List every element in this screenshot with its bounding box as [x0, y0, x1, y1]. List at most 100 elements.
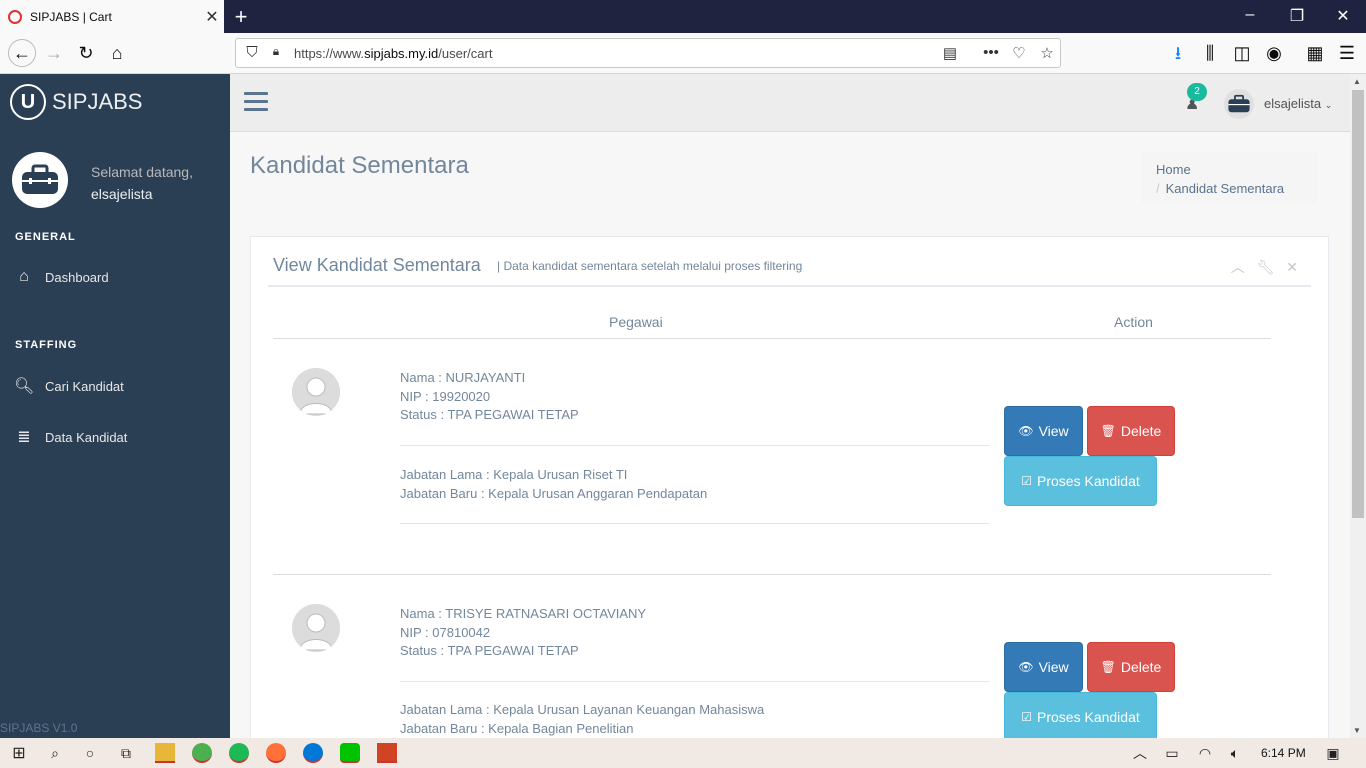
powerpoint-icon[interactable] — [377, 743, 397, 763]
pocket-icon[interactable]: ♡ — [1009, 44, 1029, 62]
cortana-icon[interactable]: ○ — [80, 743, 100, 763]
candidate-info: Nama : NURJAYANTI NIP : 19920020 Status … — [400, 369, 579, 425]
column-header-action: Action — [1114, 314, 1153, 330]
column-header-pegawai: Pegawai — [609, 314, 663, 330]
edge-icon[interactable] — [303, 743, 323, 763]
section-staffing-title: STAFFING — [15, 339, 78, 351]
eye-icon: 👁︎ — [1018, 424, 1034, 438]
trash-icon: 🗑︎ — [1100, 660, 1116, 674]
library-icon[interactable]: ⫼ — [1198, 41, 1222, 65]
back-icon[interactable]: ← — [8, 39, 36, 67]
breadcrumb-home[interactable]: Home — [1156, 162, 1302, 177]
delete-button[interactable]: 🗑︎ Delete — [1087, 406, 1175, 456]
tab-title: SIPJABS | Cart — [30, 9, 112, 24]
briefcase-icon — [1228, 94, 1250, 113]
close-tab-icon[interactable]: ✕ — [200, 7, 224, 27]
check-square-icon: ☑ — [1021, 710, 1033, 724]
windows-start-icon[interactable]: ⊞ — [9, 743, 29, 763]
panel-tools: ︿ 🔧︎ ✕ — [1223, 257, 1298, 277]
wrench-icon[interactable]: 🔧︎ — [1257, 259, 1275, 275]
action-center-icon[interactable]: ▣ — [1323, 743, 1343, 763]
candidate-avatar — [292, 368, 340, 416]
close-icon[interactable]: ✕ — [1286, 259, 1298, 275]
user-placeholder-icon — [292, 604, 340, 652]
info-divider — [400, 681, 989, 682]
volume-icon[interactable]: 🔈︎ — [1225, 743, 1245, 763]
sidebar-item-cari-kandidat[interactable]: 🔍︎ Cari Kandidat — [14, 376, 124, 396]
browser-toolbar: ← → ↻ ⌂ ⛉ 🔒︎ https://www.sipjabs.my.id/u… — [0, 33, 1366, 74]
new-tab-icon[interactable]: + — [230, 4, 252, 30]
firefox-icon[interactable] — [266, 743, 286, 763]
panel-divider — [268, 285, 1311, 287]
forward-icon[interactable]: → — [42, 41, 66, 65]
eye-icon: 👁︎ — [1018, 660, 1034, 674]
shield-icon[interactable]: ⛉ — [242, 44, 262, 61]
candidate-jabatan: Jabatan Lama : Kepala Urusan Riset TI Ja… — [400, 466, 707, 503]
show-hidden-icons-icon[interactable]: ︿ — [1130, 743, 1150, 763]
url-bar[interactable]: ⛉ 🔒︎ https://www.sipjabs.my.id/user/cart… — [235, 38, 1061, 68]
menu-toggle-icon[interactable] — [244, 92, 268, 116]
search-icon: 🔍︎ — [14, 378, 35, 395]
taskbar-clock[interactable]: 6:14 PM — [1261, 746, 1306, 760]
reader-view-icon[interactable]: ▤ — [940, 44, 960, 62]
search-icon[interactable]: ⌕ — [45, 743, 65, 763]
extensions-icon[interactable]: ▦ — [1303, 41, 1327, 65]
app-version: SIPJABS V1.0 — [0, 721, 78, 735]
section-general-title: GENERAL — [15, 231, 76, 243]
account-icon[interactable]: ◉ — [1262, 41, 1286, 65]
breadcrumb-current: Kandidat Sementara — [1165, 181, 1285, 196]
delete-button[interactable]: 🗑︎ Delete — [1087, 642, 1175, 692]
candidate-info: Nama : TRISYE RATNASARI OCTAVIANY NIP : … — [400, 605, 646, 661]
candidate-nip: NIP : 19920020 — [400, 388, 491, 404]
scroll-up-icon[interactable]: ▲ — [1353, 77, 1361, 86]
page-scrollbar[interactable]: ▲ ▼ — [1350, 74, 1366, 738]
row-divider — [273, 574, 1271, 575]
database-icon: ≣ — [17, 429, 31, 446]
check-square-icon: ☑ — [1021, 474, 1033, 488]
task-view-icon[interactable]: ⧉ — [116, 743, 136, 763]
scroll-thumb[interactable] — [1352, 90, 1364, 518]
downloads-icon[interactable]: ⭳ — [1166, 41, 1190, 65]
browser-tab[interactable]: SIPJABS | Cart ✕ — [0, 0, 224, 33]
wifi-icon[interactable]: ◠ — [1195, 743, 1215, 763]
welcome-text: Selamat datang, — [91, 164, 193, 180]
minimize-icon[interactable]: – — [1240, 6, 1260, 24]
file-explorer-icon[interactable] — [155, 743, 175, 763]
scroll-down-icon[interactable]: ▼ — [1353, 726, 1361, 735]
sidebar-item-data-kandidat[interactable]: ≣ Data Kandidat — [14, 427, 127, 447]
chrome-icon[interactable] — [192, 743, 212, 763]
profile-avatar — [12, 152, 68, 208]
close-window-icon[interactable]: ✕ — [1333, 6, 1353, 26]
more-actions-icon[interactable]: ••• — [981, 44, 1001, 61]
trash-icon: 🗑︎ — [1100, 424, 1116, 438]
menu-icon[interactable]: ☰ — [1335, 41, 1359, 65]
battery-icon[interactable]: ▭ — [1162, 743, 1182, 763]
collapse-icon[interactable]: ︿ — [1231, 259, 1245, 275]
process-candidate-button[interactable]: ☑ Proses Kandidat — [1004, 692, 1157, 742]
briefcase-icon — [22, 164, 58, 194]
panel-subtitle: | Data kandidat sementara setelah melalu… — [497, 259, 803, 273]
sidebar-toggle-icon[interactable]: ◫ — [1230, 41, 1254, 65]
url-text[interactable]: https://www.sipjabs.my.id/user/cart — [294, 46, 492, 61]
restore-icon[interactable]: ❐ — [1287, 6, 1307, 26]
user-menu[interactable]: elsajelista ⌄ — [1264, 96, 1332, 111]
view-button[interactable]: 👁︎ View — [1004, 406, 1083, 456]
candidate-nip: NIP : 07810042 — [400, 624, 491, 640]
brand-name: SIPJABS — [52, 89, 143, 114]
process-candidate-button[interactable]: ☑ Proses Kandidat — [1004, 456, 1157, 506]
sidebar-item-label: Data Kandidat — [45, 429, 128, 445]
candidate-jabatan: Jabatan Lama : Kepala Urusan Layanan Keu… — [400, 701, 764, 738]
user-avatar[interactable] — [1224, 89, 1254, 119]
home-icon: ⌂ — [19, 268, 29, 285]
brand[interactable]: U SIPJABS — [10, 84, 142, 120]
bookmark-star-icon[interactable]: ☆ — [1037, 44, 1057, 62]
spotify-icon[interactable] — [229, 743, 249, 763]
reload-icon[interactable]: ↻ — [74, 41, 98, 65]
home-button-icon[interactable]: ⌂ — [105, 41, 129, 65]
lock-icon[interactable]: 🔒︎ — [266, 44, 286, 59]
candidate-name: Nama : TRISYE RATNASARI OCTAVIANY — [400, 606, 647, 621]
profile-username: elsajelista — [91, 186, 153, 202]
view-button[interactable]: 👁︎ View — [1004, 642, 1083, 692]
line-icon[interactable] — [340, 743, 360, 763]
sidebar-item-dashboard[interactable]: ⌂ Dashboard — [14, 268, 108, 286]
